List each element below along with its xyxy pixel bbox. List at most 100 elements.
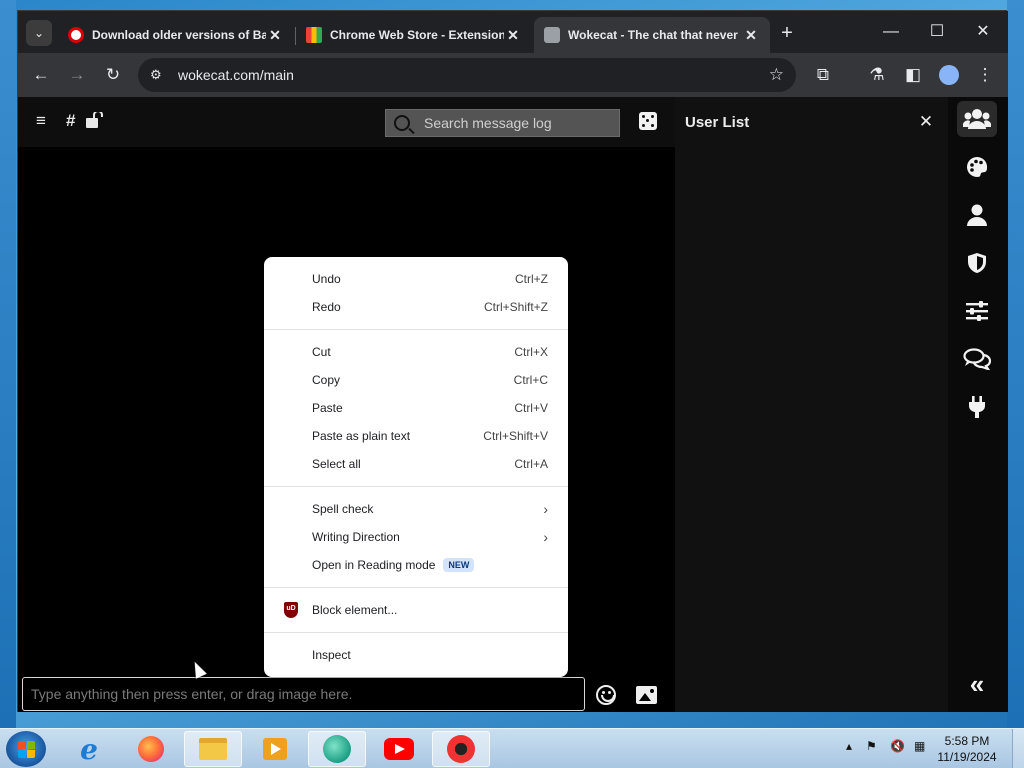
tab-search-button[interactable]: ⌄ xyxy=(26,20,52,46)
site-info-icon[interactable]: ⚙ xyxy=(150,67,172,83)
close-tab-icon[interactable]: ✕ xyxy=(266,27,284,44)
search-message-log[interactable] xyxy=(385,109,620,137)
menu-item-shortcut: Ctrl+Shift+Z xyxy=(483,300,548,314)
tab-title: Download older versions of Ba xyxy=(92,28,266,42)
new-tab-button[interactable]: + xyxy=(774,21,800,47)
message-input[interactable] xyxy=(31,686,576,702)
menu-separator xyxy=(264,329,568,330)
firefox-icon[interactable] xyxy=(122,731,180,767)
menu-separator xyxy=(264,587,568,588)
network-icon[interactable]: ▦ xyxy=(914,739,925,753)
user-list-header: User List ✕ xyxy=(675,97,948,147)
plug-icon[interactable] xyxy=(957,389,997,425)
menu-item-label: Cut xyxy=(312,345,331,359)
menu-item-label: Undo xyxy=(312,272,341,286)
menu-item-label: Open in Reading mode xyxy=(312,558,436,572)
close-user-list-button[interactable]: ✕ xyxy=(914,112,938,132)
user-list-title: User List xyxy=(685,113,750,131)
reload-icon[interactable]: ↻ xyxy=(100,62,126,88)
desktop-edge-right xyxy=(1007,0,1024,728)
minimize-button[interactable]: — xyxy=(868,19,914,45)
internet-explorer-icon[interactable]: e xyxy=(60,731,118,767)
profile-avatar-icon[interactable] xyxy=(936,62,962,88)
hamburger-menu-icon[interactable]: ≡ xyxy=(36,111,46,131)
labs-flask-icon[interactable]: ⚗ xyxy=(864,62,890,88)
new-badge: NEW xyxy=(443,558,475,572)
user-icon[interactable] xyxy=(957,197,997,233)
menu-item-redo[interactable]: Redo Ctrl+Shift+Z xyxy=(264,293,568,321)
menu-item-paste[interactable]: Paste Ctrl+V xyxy=(264,394,568,422)
menu-item-writing-direction[interactable]: Writing Direction › xyxy=(264,523,568,551)
browser-menu-icon[interactable]: ⋮ xyxy=(972,62,998,88)
side-panel-icon[interactable]: ◧ xyxy=(900,62,926,88)
collapse-sidebar-button[interactable]: « xyxy=(957,667,997,703)
unlock-icon[interactable] xyxy=(86,110,104,133)
tab-wokecat[interactable]: Wokecat - The chat that never ✕ xyxy=(534,17,770,53)
menu-item-block-element[interactable]: uD Block element... xyxy=(264,596,568,624)
close-tab-icon[interactable]: ✕ xyxy=(742,27,760,44)
sliders-icon[interactable] xyxy=(957,293,997,329)
message-compose-box[interactable] xyxy=(22,677,585,711)
channel-hash-icon[interactable]: # xyxy=(66,111,75,131)
menu-item-shortcut: Ctrl+Z xyxy=(515,272,548,286)
start-button[interactable] xyxy=(6,731,46,767)
tab-chrome-web-store[interactable]: Chrome Web Store - Extensions ✕ xyxy=(296,17,532,53)
image-upload-icon[interactable] xyxy=(636,686,657,704)
menu-item-cut[interactable]: Cut Ctrl+X xyxy=(264,338,568,366)
chrome-web-store-icon xyxy=(306,27,322,43)
browser-toolbar: ← → ↻ ⚙ wokecat.com/main ☆ ⧉ ⚗ ◧ ⋮ xyxy=(18,53,1008,97)
menu-item-shortcut: Ctrl+Shift+V xyxy=(483,429,548,443)
shield-icon[interactable] xyxy=(957,245,997,281)
menu-item-select-all[interactable]: Select all Ctrl+A xyxy=(264,450,568,478)
back-arrow-icon[interactable]: ← xyxy=(28,62,54,88)
right-rail: « xyxy=(948,97,1008,712)
users-icon[interactable] xyxy=(957,101,997,137)
youtube-icon[interactable] xyxy=(370,731,428,767)
media-player-icon[interactable] xyxy=(246,731,304,767)
extensions-puzzle-icon[interactable]: ⧉ xyxy=(810,62,836,88)
desktop-edge-left xyxy=(0,0,16,728)
search-input[interactable] xyxy=(424,115,604,131)
context-menu: Undo Ctrl+Z Redo Ctrl+Shift+Z Cut Ctrl+X Copy C… xyxy=(264,257,568,677)
user-list-panel: User List ✕ xyxy=(675,97,948,712)
chevron-right-icon: › xyxy=(543,501,548,517)
file-explorer-icon[interactable] xyxy=(184,731,242,767)
menu-item-paste-as-plain-text[interactable]: Paste as plain text Ctrl+Shift+V xyxy=(264,422,568,450)
show-hidden-icons[interactable]: ▴ xyxy=(846,739,852,753)
windows-taskbar: e ▴ ⚑ 🔇 ▦ 5:58 PM 11/19/2024 xyxy=(0,728,1024,768)
chat-app-icon[interactable] xyxy=(308,731,366,767)
action-center-icon[interactable]: ⚑ xyxy=(866,739,877,753)
menu-item-spell-check[interactable]: Spell check › xyxy=(264,495,568,523)
menu-item-shortcut: Ctrl+V xyxy=(514,401,548,415)
menu-item-shortcut: Ctrl+A xyxy=(514,457,548,471)
emoji-icon[interactable] xyxy=(596,685,616,705)
chevron-right-icon: › xyxy=(543,529,548,545)
palette-icon[interactable] xyxy=(957,149,997,185)
bookmark-star-icon[interactable]: ☆ xyxy=(769,65,784,85)
chat-bubbles-icon[interactable] xyxy=(957,341,997,377)
tab-strip: ⌄ Download older versions of Ba ✕ Chrome… xyxy=(18,11,1008,53)
forward-arrow-icon[interactable]: → xyxy=(64,62,90,88)
chat-header: ≡ # xyxy=(18,97,675,147)
show-desktop-button[interactable] xyxy=(1012,729,1024,768)
dice-icon[interactable] xyxy=(639,112,657,130)
menu-separator xyxy=(264,632,568,633)
url-text[interactable]: wokecat.com/main xyxy=(178,67,769,83)
ublock-origin-icon: uD xyxy=(284,602,298,618)
menu-item-label: Select all xyxy=(312,457,361,471)
volume-muted-icon[interactable]: 🔇 xyxy=(890,739,905,753)
tab-download-older-versions[interactable]: Download older versions of Ba ✕ xyxy=(58,17,294,53)
menu-item-open-in-reading-mode[interactable]: Open in Reading mode NEW xyxy=(264,551,568,579)
menu-item-copy[interactable]: Copy Ctrl+C xyxy=(264,366,568,394)
close-window-button[interactable]: ✕ xyxy=(960,19,1006,45)
menu-item-undo[interactable]: Undo Ctrl+Z xyxy=(264,265,568,293)
close-tab-icon[interactable]: ✕ xyxy=(504,27,522,44)
menu-item-inspect[interactable]: Inspect xyxy=(264,641,568,669)
menu-item-label: Paste as plain text xyxy=(312,429,411,443)
address-bar[interactable]: ⚙ wokecat.com/main ☆ xyxy=(138,58,796,92)
menu-item-shortcut: Ctrl+X xyxy=(514,345,548,359)
opera-red-circle-icon xyxy=(68,27,84,43)
system-clock[interactable]: 5:58 PM 11/19/2024 xyxy=(936,733,998,765)
chrome-canary-icon[interactable] xyxy=(432,731,490,767)
maximize-button[interactable]: ☐ xyxy=(914,19,960,45)
